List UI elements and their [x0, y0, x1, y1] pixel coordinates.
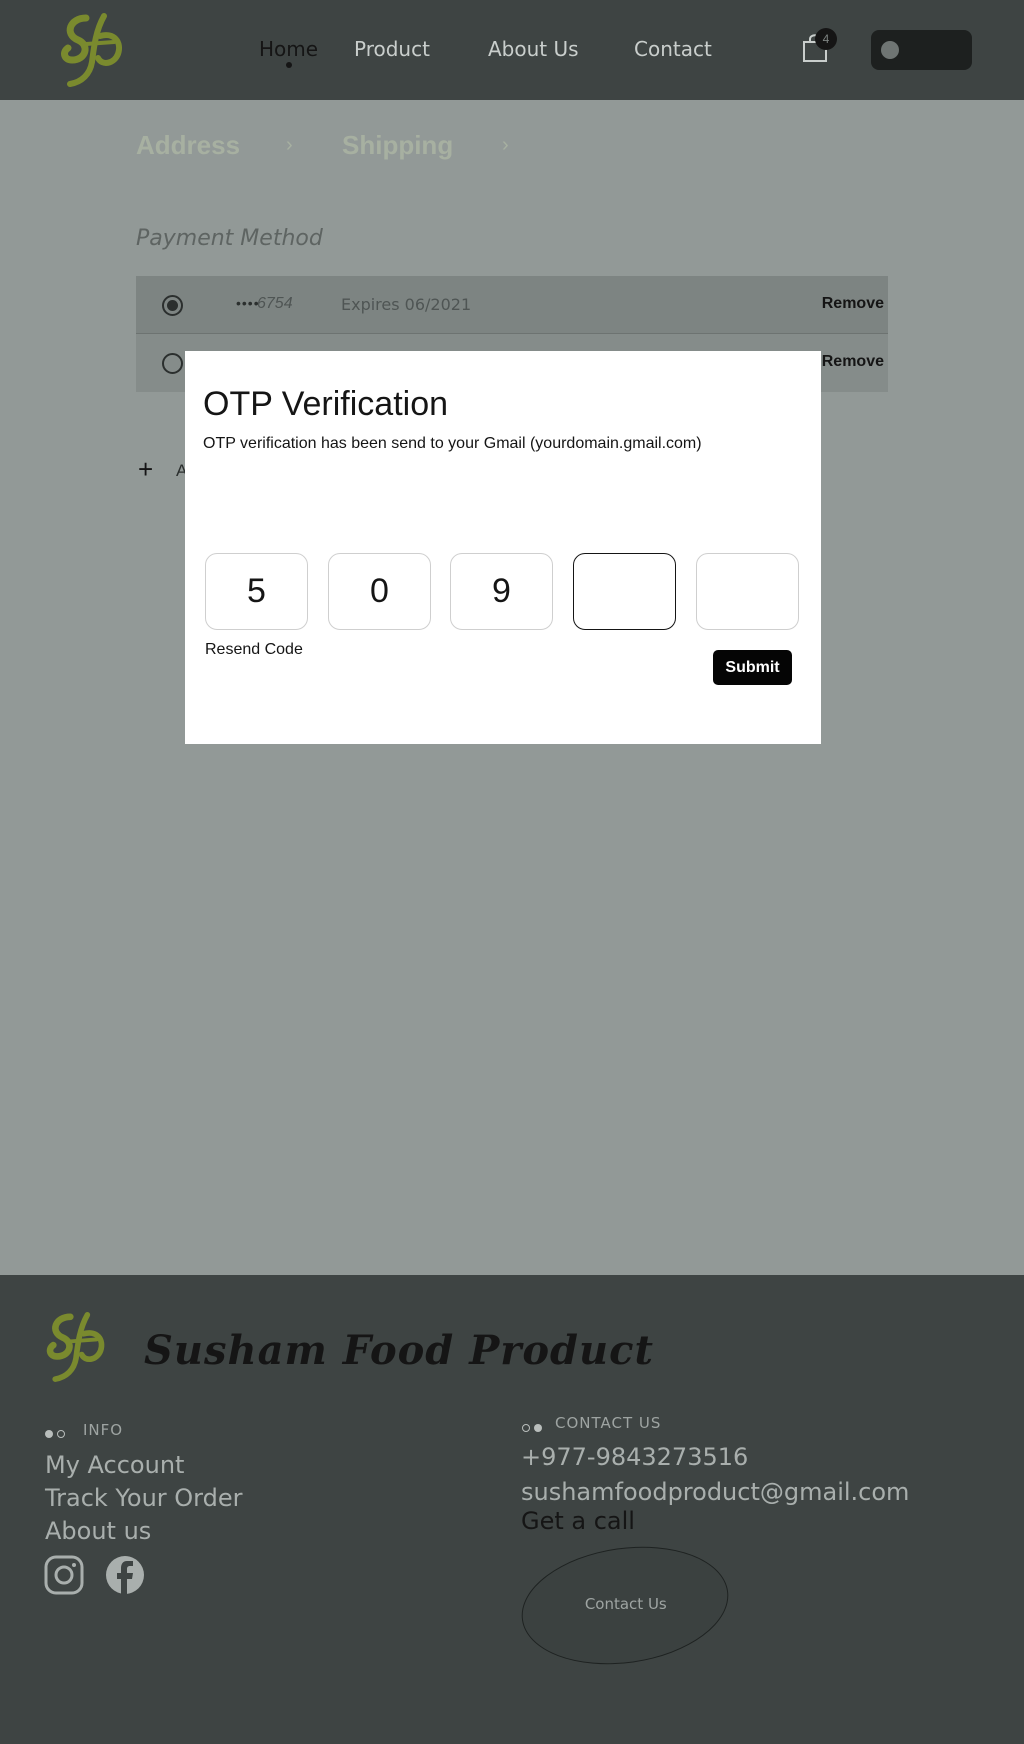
- instagram-icon[interactable]: [44, 1555, 84, 1595]
- payment-method-title: Payment Method: [136, 226, 323, 251]
- page: Home Product About Us Contact 4 Address …: [0, 0, 1024, 1744]
- cart-count-badge: 4: [815, 28, 837, 50]
- contact-email[interactable]: sushamfoodproduct@gmail.com: [521, 1478, 909, 1506]
- step-shipping[interactable]: Shipping: [342, 130, 453, 161]
- chevron-right-icon: ›: [502, 134, 509, 156]
- footer-link-my-account[interactable]: My Account: [45, 1451, 184, 1479]
- info-title: INFO: [83, 1421, 124, 1439]
- contact-phone[interactable]: +977-9843273516: [521, 1443, 748, 1471]
- nav-product[interactable]: Product: [354, 37, 430, 61]
- submit-button[interactable]: Submit: [713, 650, 792, 685]
- otp-digit-input-4[interactable]: [573, 553, 676, 630]
- nav-contact[interactable]: Contact: [634, 37, 712, 61]
- card-radio[interactable]: [162, 353, 183, 374]
- plus-icon: +: [138, 454, 154, 484]
- remove-card-button[interactable]: Remove: [822, 353, 884, 371]
- active-nav-indicator: [286, 62, 292, 68]
- contact-title: CONTACT US: [555, 1414, 662, 1432]
- modal-title: OTP Verification: [203, 385, 449, 423]
- info-dots: [45, 1425, 69, 1443]
- nav-about-us[interactable]: About Us: [488, 37, 579, 61]
- otp-digit-input-2[interactable]: 0: [328, 553, 431, 630]
- otp-digit-input-5[interactable]: [696, 553, 799, 630]
- user-account-button[interactable]: [871, 30, 972, 70]
- otp-digit-input-1[interactable]: 5: [205, 553, 308, 630]
- avatar: [881, 41, 899, 59]
- card-radio-selected[interactable]: [162, 295, 183, 316]
- otp-modal: OTP Verification OTP verification has be…: [185, 351, 821, 744]
- contact-us-button[interactable]: Contact Us: [514, 1534, 736, 1677]
- step-address[interactable]: Address: [136, 130, 240, 161]
- payment-card-row[interactable]: •••• 6754 Expires 06/2021 Remove: [136, 276, 888, 334]
- site-footer: Susham Food Product INFO My Account Trac…: [0, 1275, 1024, 1744]
- footer-link-track-order[interactable]: Track Your Order: [45, 1484, 243, 1512]
- site-header: Home Product About Us Contact 4: [0, 0, 1024, 100]
- brand-name: Susham Food Product: [144, 1327, 654, 1374]
- modal-description: OTP verification has been send to your G…: [203, 435, 702, 452]
- nav-home[interactable]: Home: [259, 37, 318, 61]
- otp-digit-input-3[interactable]: 9: [450, 553, 553, 630]
- get-a-call-label: Get a call: [521, 1507, 635, 1535]
- contact-us-label: Contact Us: [584, 1594, 667, 1613]
- contact-dots: [522, 1419, 546, 1437]
- remove-card-button[interactable]: Remove: [822, 295, 884, 313]
- facebook-icon[interactable]: [105, 1555, 145, 1595]
- card-last-digits: 6754: [257, 295, 293, 312]
- card-expiry: Expires 06/2021: [341, 295, 472, 314]
- footer-link-about-us[interactable]: About us: [45, 1517, 151, 1545]
- resend-code-link[interactable]: Resend Code: [205, 641, 303, 659]
- chevron-right-icon: ›: [286, 134, 293, 156]
- logo-mark-icon: [46, 1312, 105, 1382]
